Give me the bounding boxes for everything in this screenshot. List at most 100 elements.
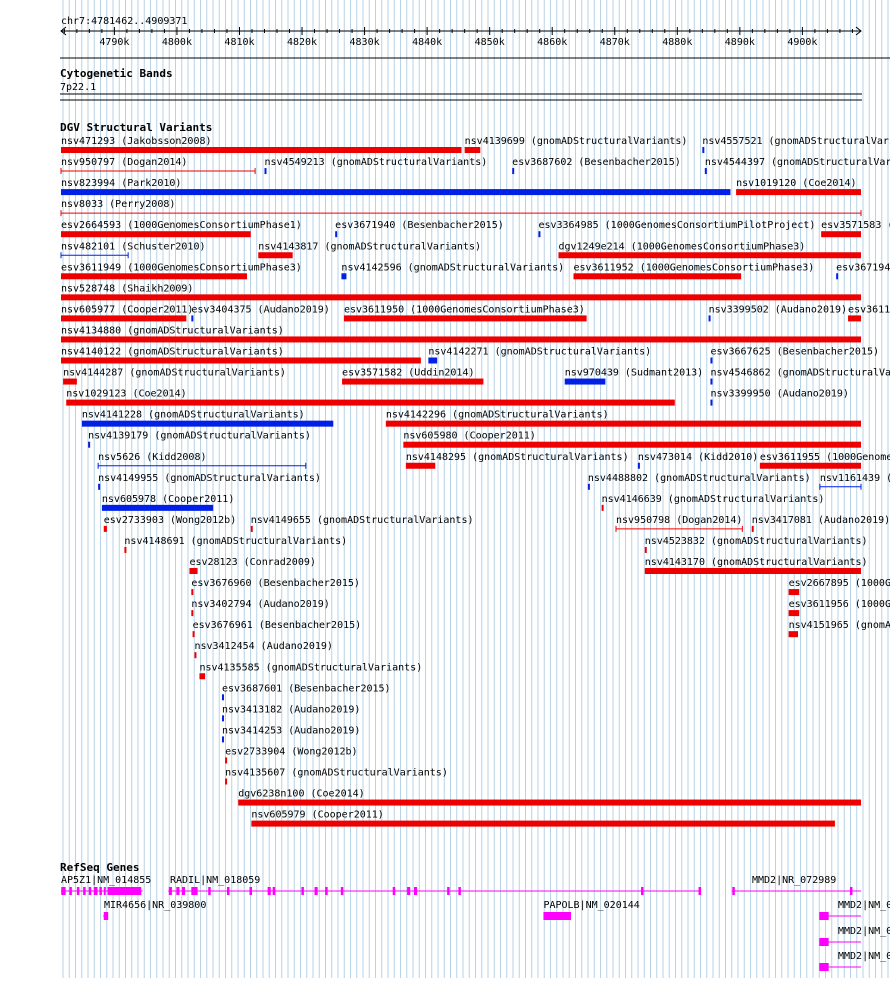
sv-feature-label: esv3611956 (1000GenomesConsortiumPhase3) (789, 599, 890, 610)
sv-feature[interactable]: nsv605978 (Cooper2011) (101, 494, 234, 511)
sv-feature[interactable]: nsv4142596 (gnomADStructuralVariants) (341, 262, 564, 280)
sv-feature[interactable]: esv3611949 (1000GenomesConsortiumPhase3) (61, 262, 302, 280)
sv-feature[interactable]: nsv4134880 (gnomADStructuralVariants) (61, 325, 861, 343)
sv-feature[interactable]: esv2667895 (1000GenomesConsortiumPhase1) (788, 578, 890, 596)
sv-feature[interactable]: nsv4143170 (gnomADStructuralVariants) (644, 557, 868, 574)
sv-feature[interactable]: nsv4139179 (gnomADStructuralVariants) (88, 431, 311, 448)
sv-feature[interactable]: nsv3402794 (Audano2019) (191, 599, 330, 617)
sv-feature-tick (710, 357, 713, 364)
sv-feature-bar (788, 589, 800, 596)
sv-feature[interactable]: nsv4151965 (gnomADStructuralVariants) (788, 620, 890, 638)
sv-feature-label: nsv4142596 (gnomADStructuralVariants) (341, 262, 564, 273)
sv-feature[interactable]: nsv3412454 (Audano2019) (194, 641, 333, 659)
gene-exon (168, 887, 172, 895)
sv-feature[interactable]: nsv3413182 (Audano2019) (221, 704, 360, 722)
sv-feature[interactable]: nsv8033 (Perry2008) (60, 199, 862, 217)
sv-feature[interactable]: nsv1161439 (Abyzov2015) (819, 473, 890, 490)
gene[interactable]: RADIL|NM_018059 (168, 875, 702, 895)
sv-feature[interactable]: esv3571583 (Uddin2014) (821, 220, 890, 238)
sv-feature[interactable]: nsv4135585 (gnomADStructuralVariants) (199, 662, 422, 680)
sv-feature[interactable]: nsv823994 (Park2010) (61, 178, 731, 196)
sv-feature[interactable]: esv2664593 (1000GenomesConsortiumPhase1) (61, 220, 302, 238)
ruler-track[interactable]: chr7:4781462..4909371 4790k 4800k 4810k 482… (60, 16, 862, 48)
gene[interactable]: MMD2|NM_001271351 (819, 951, 890, 971)
sv-feature-tick (644, 546, 647, 553)
sv-feature-label: nsv950797 (Dogan2014) (61, 157, 187, 168)
sv-feature[interactable]: nsv482101 (Schuster2010) (60, 241, 206, 259)
sv-feature-tick (194, 652, 197, 659)
sv-feature[interactable]: nsv950797 (Dogan2014) (60, 157, 256, 175)
sv-feature[interactable]: nsv4142296 (gnomADStructuralVariants) (385, 410, 861, 427)
sv-feature[interactable]: nsv4523832 (gnomADStructuralVariants) (644, 536, 868, 553)
sv-feature[interactable]: nsv1029123 (Coe2014) (66, 389, 675, 406)
gene-exon (849, 887, 853, 895)
sv-feature-label: nsv8033 (Perry2008) (61, 199, 175, 210)
sv-feature-bar (342, 378, 484, 385)
sv-feature-label: esv3676960 (Besenbacher2015) (191, 578, 360, 589)
sv-feature[interactable]: nsv4544397 (gnomADStructuralVariants) (704, 157, 890, 175)
gene[interactable]: AP5Z1|NM_014855 (61, 875, 151, 895)
ruler-ticks: 4790k 4800k 4810k 4820k 4830k 4840k 4850k 4860k… (60, 26, 862, 48)
sv-feature[interactable]: nsv4148691 (gnomADStructuralVariants) (124, 536, 347, 553)
sv-feature[interactable]: esv3364985 (1000GenomesConsortiumPilotPr… (538, 220, 815, 238)
sv-feature[interactable]: nsv4149655 (gnomADStructuralVariants) (250, 515, 474, 532)
sv-feature-label: esv3404375 (Audano2019) (191, 304, 329, 315)
sv-feature[interactable]: esv2733903 (Wong2012b) (103, 515, 236, 532)
sv-feature[interactable]: nsv528748 (Shaikh2009) (61, 283, 861, 301)
sv-feature[interactable]: nsv4488802 (gnomADStructuralVariants) (587, 473, 811, 490)
sv-feature[interactable]: nsv3414253 (Audano2019) (221, 725, 360, 743)
sv-feature[interactable]: nsv471293 (Jakobsson2008) (61, 136, 462, 153)
sv-feature-bar (848, 315, 861, 322)
sv-feature[interactable]: nsv4140122 (gnomADStructuralVariants) (61, 347, 421, 364)
sv-feature[interactable]: esv3676961 (Besenbacher2015) (192, 620, 362, 638)
gene[interactable]: MMD2|NM_001270375 (819, 926, 890, 946)
sv-feature[interactable]: nsv4142271 (gnomADStructuralVariants) (428, 347, 651, 364)
sv-feature-tick (601, 504, 604, 511)
gene[interactable]: MMD2|NR_072989 (731, 875, 861, 895)
sv-feature[interactable]: esv3611952 (1000GenomesConsortiumPhase3) (573, 262, 814, 280)
sv-feature[interactable]: nsv5626 (Kidd2008) (97, 452, 307, 469)
sv-feature[interactable]: esv28123 (Conrad2009) (189, 557, 316, 574)
sv-feature[interactable]: nsv970439 (Sudmant2013) (564, 368, 703, 385)
sv-feature[interactable]: dgv1249e214 (1000GenomesConsortiumPhase3… (558, 241, 861, 259)
gene-exon (447, 887, 450, 895)
sv-feature[interactable]: esv3404375 (Audano2019) (191, 304, 330, 322)
sv-feature-bar (573, 273, 742, 280)
gene-exon (103, 912, 109, 920)
sv-feature-tick (637, 462, 640, 469)
sv-feature[interactable]: nsv4141228 (gnomADStructuralVariants) (81, 410, 334, 427)
sv-feature[interactable]: esv3611956 (1000GenomesConsortiumPhase3) (788, 599, 890, 617)
sv-feature[interactable]: nsv3399502 (Audano2019) (708, 304, 847, 322)
sv-feature[interactable]: nsv605977 (Cooper2011) (61, 304, 193, 322)
gene[interactable]: MIR4656|NR_039800 (103, 900, 206, 920)
sv-feature[interactable]: nsv605979 (Cooper2011) (251, 810, 835, 827)
sv-feature[interactable]: nsv473014 (Kidd2010) (637, 452, 758, 469)
sv-feature-label: nsv528748 (Shaikh2009) (61, 283, 193, 294)
sv-feature-tick (250, 525, 253, 532)
gene-label: MIR4656|NR_039800 (104, 900, 206, 911)
sv-feature[interactable]: esv3687602 (Besenbacher2015) (512, 157, 681, 175)
sv-feature[interactable]: nsv1019120 (Coe2014) (736, 178, 861, 196)
sv-feature[interactable]: esv3571582 (Uddin2014) (342, 368, 484, 385)
sv-feature[interactable]: dgv6238n100 (Coe2014) (238, 789, 861, 806)
sv-feature[interactable]: nsv4148295 (gnomADStructuralVariants) (405, 452, 629, 469)
sv-feature[interactable]: nsv4144287 (gnomADStructuralVariants) (63, 368, 286, 385)
cytoband-track[interactable]: Cytogenetic Bands 7p22.1 (60, 67, 862, 101)
sv-feature-label: nsv4523832 (gnomADStructuralVariants) (645, 536, 868, 547)
gene-exon (176, 887, 180, 895)
sv-feature[interactable]: nsv4135607 (gnomADStructuralVariants) (225, 768, 448, 785)
sv-feature[interactable]: nsv4557521 (gnomADStructuralVariants) (702, 136, 890, 153)
sv-feature-tick (751, 525, 754, 532)
sv-feature[interactable]: esv3611950 (1000GenomesConsortiumPhase3) (343, 304, 587, 322)
sv-feature[interactable]: nsv4139699 (gnomADStructuralVariants) (464, 136, 688, 153)
sv-feature[interactable]: esv3611955 (1000GenomesConsortiumPhase3) (759, 452, 890, 469)
sv-feature-bar (66, 399, 675, 406)
sv-feature-label: nsv605980 (Cooper2011) (403, 431, 535, 442)
sv-feature-tick (225, 778, 228, 785)
gene[interactable]: MMD2|NM_001100600 (819, 900, 890, 920)
gene-exon (226, 887, 230, 895)
sv-feature[interactable]: nsv950798 (Dogan2014) (615, 515, 743, 532)
sv-feature[interactable]: nsv3399950 (Audano2019) (710, 389, 849, 406)
sv-feature-tick (708, 315, 711, 322)
gene-exon (93, 887, 98, 895)
